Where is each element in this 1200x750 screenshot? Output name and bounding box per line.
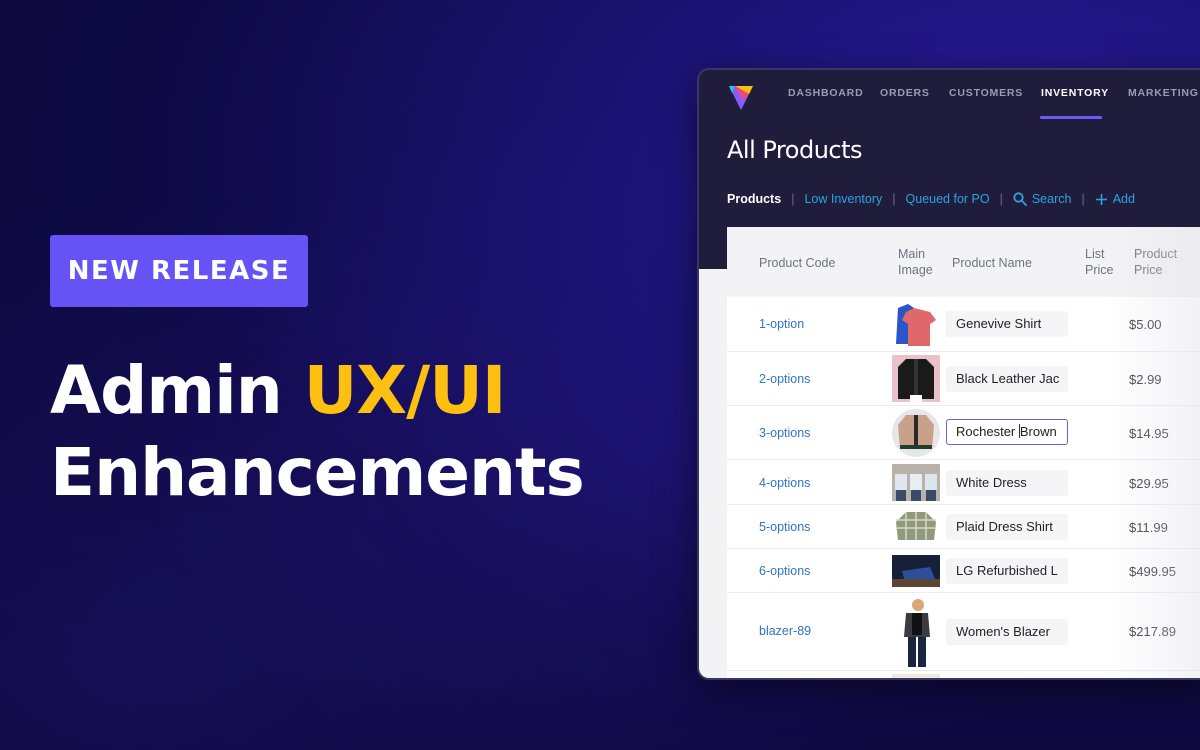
product-code-link[interactable]: 5-options [759,520,810,534]
table-row[interactable]: 2-options Black Leather Jac $2.99 [727,352,1200,406]
subnav-products[interactable]: Products [727,192,781,206]
top-nav: DASHBOARD ORDERS CUSTOMERS INVENTORY MAR… [699,70,1200,120]
active-tab-indicator [1040,116,1102,119]
add-label: Add [1112,192,1135,206]
subnav-low-inventory[interactable]: Low Inventory [804,192,882,206]
headline-line-2: Enhancements [50,434,585,511]
page-title: All Products [727,136,863,164]
badge-label: NEW RELEASE [67,256,291,286]
product-price: $14.95 [1129,426,1169,441]
product-code-link[interactable]: 1-option [759,317,804,331]
product-code-link[interactable]: 2-options [759,372,810,386]
product-code-link[interactable]: blazer-89 [759,624,811,638]
product-code-link[interactable]: 3-options [759,426,810,440]
new-release-badge: NEW RELEASE [50,235,308,307]
plus-icon [1095,193,1107,205]
separator: | [1081,192,1085,206]
sub-navigation: Products | Low Inventory | Queued for PO… [727,192,1135,206]
brown-jacket-thumbnail[interactable] [892,409,940,457]
product-price: $5.00 [1129,317,1162,332]
nav-dashboard[interactable]: DASHBOARD [788,87,863,99]
triangle-logo-icon[interactable] [725,80,757,112]
headline-line-1: Admin UX/UI [50,352,507,429]
nav-marketing[interactable]: MARKETING [1128,87,1199,99]
header-product-price[interactable]: Product Price [1134,246,1177,278]
table-row[interactable] [727,671,1200,678]
admin-app-window: DASHBOARD ORDERS CUSTOMERS INVENTORY MAR… [697,68,1200,680]
add-button[interactable]: Add [1095,192,1135,206]
nav-orders[interactable]: ORDERS [880,87,930,99]
product-price: $217.89 [1129,624,1176,639]
search-button[interactable]: Search [1013,192,1072,206]
laptop-thumbnail[interactable] [892,555,940,587]
black-jacket-thumbnail[interactable] [892,355,940,402]
table-row[interactable]: 4-options White Dress $29.95 [727,460,1200,505]
table-row[interactable]: 5-options Plaid Dress Shirt $11.99 [727,505,1200,549]
table-row[interactable]: 6-options LG Refurbished L $499.95 [727,549,1200,593]
nav-inventory[interactable]: INVENTORY [1041,87,1109,99]
headline: Admin UX/UI Enhancements [50,350,585,514]
separator: | [892,192,896,206]
header-main-image[interactable]: Main Image [898,246,933,278]
separator: | [791,192,795,206]
product-name-field[interactable]: White Dress [946,470,1068,496]
product-code-link[interactable]: 6-options [759,564,810,578]
plaid-shirt-thumbnail[interactable] [892,510,940,544]
nav-customers[interactable]: CUSTOMERS [949,87,1023,99]
header-list-price[interactable]: List Price [1085,246,1113,278]
table-row[interactable]: 1-option Genevive Shirt $5.00 [727,297,1200,352]
search-label: Search [1031,192,1072,206]
header-product-code[interactable]: Product Code [759,255,835,271]
subnav-queued-for-po[interactable]: Queued for PO [906,192,990,206]
product-price: $11.99 [1129,520,1168,535]
headline-accent: UX/UI [303,352,507,429]
table-header: Product Code Main Image Product Name Lis… [727,227,1200,297]
product-name-field[interactable]: Women's Blazer [946,619,1068,645]
product-name-input-active[interactable]: Rochester Brown [946,419,1068,445]
blazer-thumbnail[interactable] [892,597,940,669]
product-name-field[interactable]: LG Refurbished L [946,558,1068,584]
search-icon [1013,192,1027,206]
products-table: Product Code Main Image Product Name Lis… [727,227,1200,678]
product-thumbnail[interactable] [892,674,940,678]
product-name-field[interactable]: Genevive Shirt [946,311,1068,337]
separator: | [999,192,1003,206]
product-name-field[interactable]: Plaid Dress Shirt [946,514,1068,540]
product-price: $2.99 [1129,372,1162,387]
table-row[interactable]: 3-options Rochester Brown $14.95 [727,406,1200,460]
panel-edge [699,269,727,678]
shirts-thumbnail[interactable] [892,300,940,348]
panel-edge [699,227,727,269]
product-name-field[interactable]: Black Leather Jac [946,366,1068,392]
white-dress-thumbnail[interactable] [892,464,940,501]
product-price: $499.95 [1129,564,1176,579]
header-product-name[interactable]: Product Name [952,255,1032,271]
table-row[interactable]: blazer-89 Women's Blazer $217.89 [727,593,1200,671]
product-price: $29.95 [1129,476,1169,491]
product-code-link[interactable]: 4-options [759,476,810,490]
